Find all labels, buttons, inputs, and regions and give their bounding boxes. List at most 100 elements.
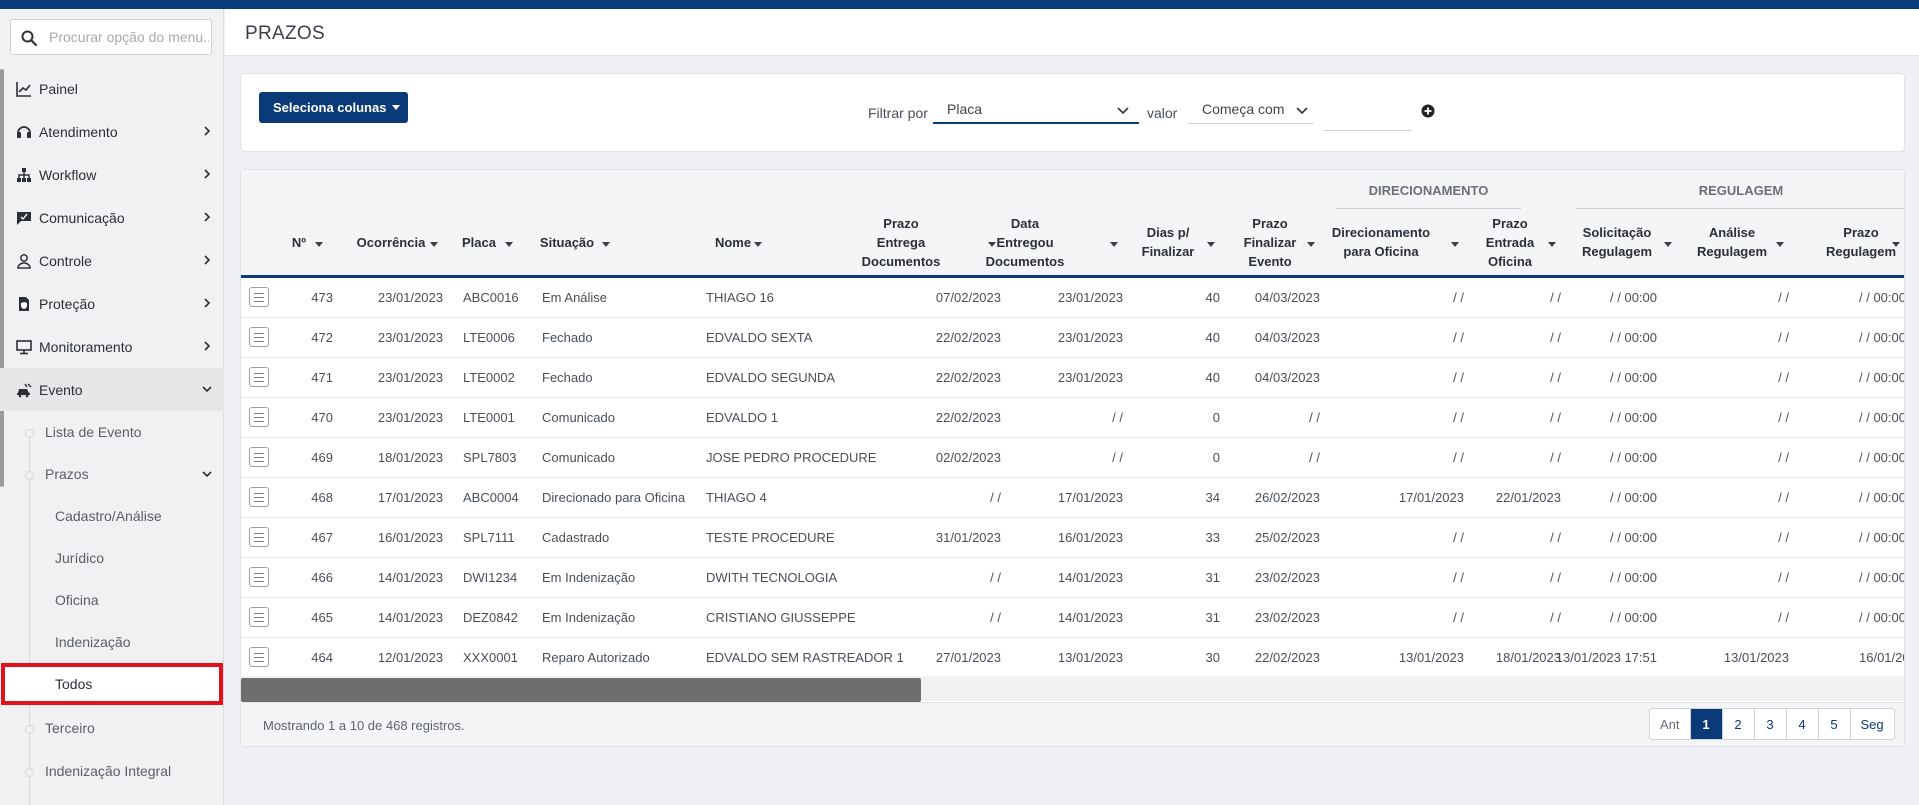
- row-detail-icon[interactable]: [249, 487, 269, 507]
- pagination-page-2[interactable]: 2: [1723, 709, 1755, 739]
- column-header-analise[interactable]: Análise Regulagem: [1692, 223, 1772, 261]
- pagination-page-5[interactable]: 5: [1819, 709, 1851, 739]
- row-detail-icon[interactable]: [249, 567, 269, 587]
- column-header-prazo-entrada[interactable]: Prazo Entrada Oficina: [1480, 214, 1540, 271]
- column-header-prazo-finalizar[interactable]: Prazo Finalizar Evento: [1230, 214, 1310, 271]
- sidebar-item-todos[interactable]: Todos: [1, 663, 223, 705]
- sort-caret-icon[interactable]: [1207, 242, 1215, 247]
- filter-field-select[interactable]: Placa: [933, 94, 1139, 124]
- table-row[interactable]: 473 23/01/2023 ABC0016 Em Análise THIAGO 16 0…: [241, 278, 1904, 318]
- column-header-ocorrencia[interactable]: Ocorrência: [346, 233, 436, 252]
- column-header-situacao[interactable]: Situação: [527, 233, 607, 252]
- sidebar-item-atendimento[interactable]: Atendimento: [0, 110, 224, 153]
- sort-caret-icon[interactable]: [430, 242, 438, 247]
- cell-ocorrencia: 16/01/2023: [377, 530, 443, 545]
- horizontal-scrollbar-thumb[interactable]: [241, 678, 921, 702]
- sort-caret-icon[interactable]: [754, 242, 762, 247]
- sidebar-item-lista-de-evento[interactable]: Lista de Evento: [0, 411, 224, 453]
- filter-value-input[interactable]: [1323, 99, 1411, 131]
- cell-dias-finalizar: 40: [1205, 330, 1220, 345]
- sidebar-item-indenizacao[interactable]: Indenização: [0, 621, 224, 663]
- row-detail-icon[interactable]: [249, 607, 269, 627]
- cell-prazo-regulagem: / / 00:00: [1859, 610, 1905, 625]
- sort-caret-icon[interactable]: [1110, 242, 1118, 247]
- sidebar-item-evento[interactable]: Evento: [0, 368, 224, 411]
- cell-prazo-finalizar: 04/03/2023: [1254, 370, 1320, 385]
- sort-caret-icon[interactable]: [602, 242, 610, 247]
- sort-caret-icon[interactable]: [1451, 242, 1459, 247]
- column-header-solicitacao[interactable]: Solicitação Regulagem: [1572, 223, 1662, 261]
- filter-panel: Seleciona colunas Filtrar por Placa valo…: [240, 73, 1905, 152]
- column-header-dias-finalizar[interactable]: Dias p/Finalizar: [1138, 223, 1198, 261]
- filter-condition-select[interactable]: Começa com: [1188, 94, 1314, 124]
- sidebar-item-painel[interactable]: Painel: [0, 67, 224, 110]
- row-detail-icon[interactable]: [249, 407, 269, 427]
- cell-situacao: Comunicado: [542, 410, 615, 425]
- sidebar-item-protecao[interactable]: Proteção: [0, 282, 224, 325]
- sort-caret-icon[interactable]: [1776, 242, 1784, 247]
- cell-ocorrencia: 17/01/2023: [377, 490, 443, 505]
- sidebar-item-workflow[interactable]: Workflow: [0, 153, 224, 196]
- row-detail-icon[interactable]: [249, 527, 269, 547]
- table-row[interactable]: 467 16/01/2023 SPL7111 Cadastrado TESTE PROC…: [241, 518, 1904, 558]
- menu-search-input[interactable]: [49, 26, 209, 48]
- column-header-direcionamento[interactable]: Direcionamento para Oficina: [1326, 223, 1436, 261]
- sort-caret-icon[interactable]: [505, 242, 513, 247]
- cell-prazo-entrega: / /: [990, 570, 1001, 585]
- cell-nome: TESTE PROCEDURE: [706, 530, 835, 545]
- column-header-numero[interactable]: Nº: [279, 233, 319, 252]
- select-columns-button[interactable]: Seleciona colunas: [259, 92, 408, 123]
- table-row[interactable]: 470 23/01/2023 LTE0001 Comunicado EDVALDO 1 2…: [241, 398, 1904, 438]
- sidebar-item-juridico[interactable]: Jurídico: [0, 537, 224, 579]
- table-row[interactable]: 465 14/01/2023 DEZ0842 Em Indenização CRISTI…: [241, 598, 1905, 638]
- add-filter-icon[interactable]: [1421, 104, 1435, 118]
- sidebar-subitem-label: Prazos: [45, 466, 89, 482]
- sidebar-item-cadastro-analise[interactable]: Cadastro/Análise: [0, 495, 224, 537]
- row-detail-icon[interactable]: [249, 447, 269, 467]
- column-header-text: Data: [1010, 215, 1040, 231]
- table-row[interactable]: 472 23/01/2023 LTE0006 Fechado EDVALDO SEXTA…: [241, 318, 1904, 358]
- pagination-prev[interactable]: Ant: [1650, 709, 1691, 739]
- column-header-prazo-entrega[interactable]: Prazo Entrega Documentos: [856, 214, 946, 271]
- sidebar-item-monitoramento[interactable]: Monitoramento: [0, 325, 224, 368]
- column-header-text: Prazo: [883, 215, 919, 231]
- sort-caret-icon[interactable]: [1664, 242, 1672, 247]
- sort-caret-icon[interactable]: [1892, 242, 1900, 247]
- table-row[interactable]: 466 14/01/2023 DWI1234 Em Indenização DWITH …: [241, 558, 1904, 598]
- sort-caret-icon[interactable]: [315, 242, 323, 247]
- column-header-text: Nº: [291, 234, 307, 250]
- sidebar-item-oficina[interactable]: Oficina: [0, 579, 224, 621]
- column-header-prazo-regulagem[interactable]: Prazo Regulagem: [1821, 223, 1901, 261]
- column-header-data-entregou[interactable]: Data Entregou Documentos: [980, 214, 1070, 271]
- table-row[interactable]: 468 17/01/2023 ABC0004 Direcionado para Ofi…: [241, 478, 1904, 518]
- group-header-direcionamento: DIRECIONAMENTO: [1368, 183, 1489, 198]
- sidebar-item-controle[interactable]: Controle: [0, 239, 224, 282]
- sidebar-item-prazos[interactable]: Prazos: [0, 453, 224, 495]
- sidebar-item-label: Monitoramento: [39, 338, 133, 355]
- chevron-right-icon: [204, 255, 211, 265]
- cell-dias-finalizar: 34: [1205, 490, 1220, 505]
- pagination-page-4[interactable]: 4: [1787, 709, 1819, 739]
- pagination-page-3[interactable]: 3: [1755, 709, 1787, 739]
- column-header-text: Documentos: [985, 253, 1065, 269]
- row-detail-icon[interactable]: [249, 327, 269, 347]
- row-detail-icon[interactable]: [249, 367, 269, 387]
- sort-caret-icon[interactable]: [1307, 242, 1315, 247]
- table-row[interactable]: 464 12/01/2023 XXX0001 Reparo Autorizado EDV…: [241, 638, 1904, 678]
- table-row[interactable]: 469 18/01/2023 SPL7803 Comunicado JOSE PEDRO…: [241, 438, 1904, 478]
- pagination-next[interactable]: Seg: [1851, 709, 1894, 739]
- sidebar-item-terceiro[interactable]: Terceiro: [0, 707, 224, 749]
- row-detail-icon[interactable]: [249, 647, 269, 667]
- cell-situacao: Direcionado para Oficina: [542, 490, 686, 505]
- cell-data-entregou: 13/01/2023: [1057, 650, 1123, 665]
- row-detail-icon[interactable]: [249, 287, 269, 307]
- pagination-page-1[interactable]: 1: [1690, 709, 1723, 739]
- column-header-text: Regulagem: [1825, 244, 1897, 259]
- table-row[interactable]: 471 23/01/2023 LTE0002 Fechado EDVALDO SEGUN…: [241, 358, 1904, 398]
- cell-direcionamento: / /: [1453, 290, 1464, 305]
- sort-caret-icon[interactable]: [1548, 242, 1556, 247]
- sidebar-item-comunicacao[interactable]: Comunicação: [0, 196, 224, 239]
- cell-numero: 467: [311, 530, 333, 545]
- column-header-placa[interactable]: Placa: [449, 233, 509, 252]
- sidebar-item-indenizacao-integral[interactable]: Indenização Integral: [0, 750, 224, 792]
